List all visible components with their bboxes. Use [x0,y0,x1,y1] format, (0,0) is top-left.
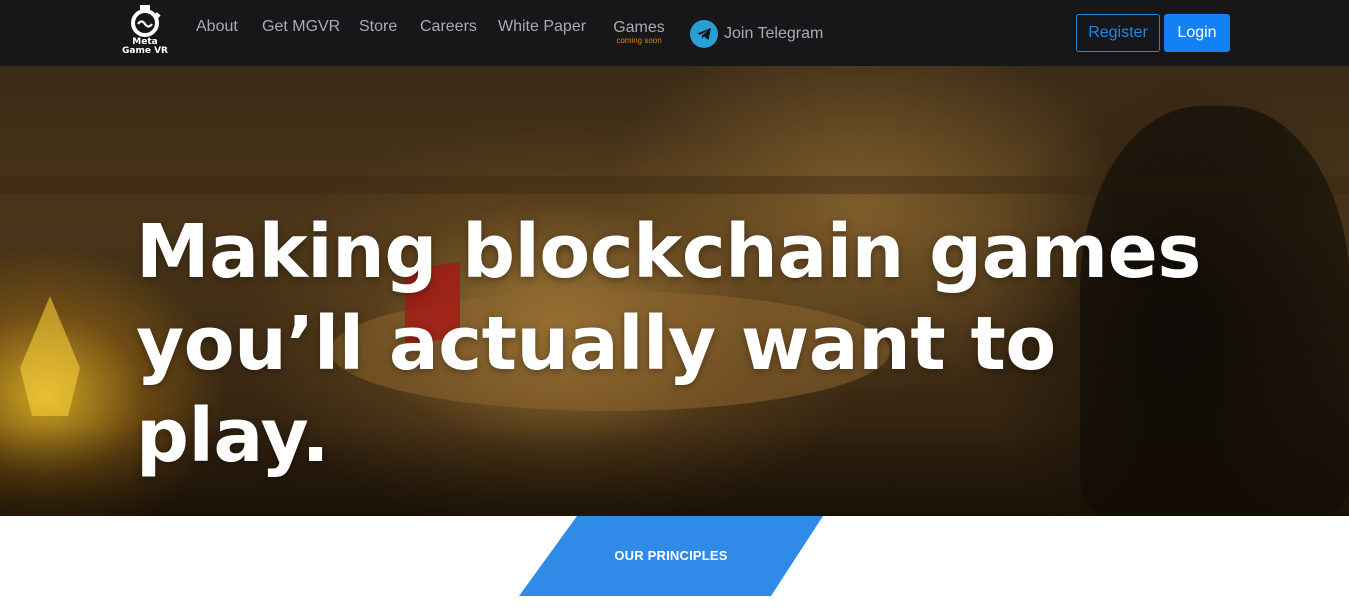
hero-banner: Making blockchain games you’ll actually … [0,66,1349,516]
games-label: Games [613,19,665,36]
telegram-label: Join Telegram [724,25,824,42]
navbar: Meta Game VR About Get MGVR Store Career… [0,0,1349,66]
nav-link-white-paper[interactable]: White Paper [498,18,586,36]
nav-link-get-mgvr[interactable]: Get MGVR [262,18,340,36]
hero-headline-line1: Making blockchain games [136,209,1201,295]
site-logo[interactable]: Meta Game VR [120,4,170,60]
register-button[interactable]: Register [1076,14,1160,52]
join-telegram-link[interactable]: Join Telegram [690,20,823,48]
nav-link-about[interactable]: About [196,18,238,36]
telegram-icon [690,20,718,48]
hero-headline: Making blockchain games you’ll actually … [136,206,1236,482]
our-principles-label: OUR PRINCIPLES [614,547,728,563]
nav-link-games[interactable]: Games coming soon [608,18,670,45]
login-button[interactable]: Login [1164,14,1230,52]
hero-headline-line2: you’ll actually want to play. [136,301,1056,479]
hero-scene-fire [20,296,80,416]
games-coming-soon-badge: coming soon [616,36,662,45]
logo-mark-icon [131,5,161,37]
nav-link-careers[interactable]: Careers [420,18,477,36]
nav-link-store[interactable]: Store [359,18,397,36]
our-principles-tab[interactable]: OUR PRINCIPLES [519,516,823,596]
logo-text-line2: Game VR [122,46,168,56]
